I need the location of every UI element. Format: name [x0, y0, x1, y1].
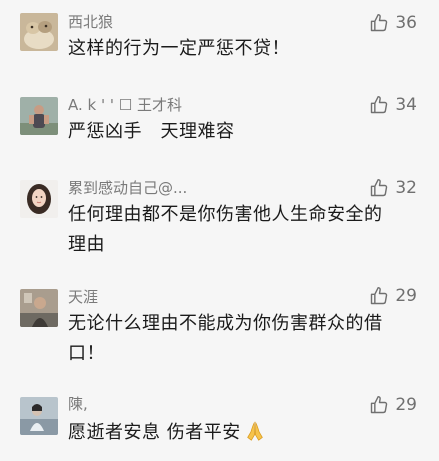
like-button[interactable]: 36 [369, 12, 417, 34]
thumbs-up-icon [369, 395, 389, 415]
like-button[interactable]: 29 [369, 394, 417, 416]
thumbs-up-icon [369, 13, 389, 33]
comment-text-line: 理由 [68, 234, 105, 255]
comment-author[interactable]: 累到感动自己@... [68, 178, 187, 198]
comment-author[interactable]: 天涯 [68, 287, 98, 307]
folded-hands-icon [244, 420, 266, 442]
comment-text: 任何理由都不是你伤害他人生命安全的 理由 [68, 200, 418, 260]
avatar[interactable] [20, 289, 58, 327]
comment-item: 累到感动自己@... 32 任何理由都不是你伤害他人生命安全的 理由 [0, 172, 439, 280]
comment-text-line: 口！ [68, 343, 105, 364]
comment-author[interactable]: 西北狼 [68, 12, 113, 32]
comment-author[interactable]: A. k ' ' ☐ 王才科 [68, 95, 182, 115]
like-count: 34 [395, 95, 417, 115]
comment-text-line: 愿逝者安息 伤者平安 [68, 418, 418, 448]
like-button[interactable]: 29 [369, 285, 417, 307]
avatar[interactable] [20, 180, 58, 218]
like-button[interactable]: 34 [369, 94, 417, 116]
thumbs-up-icon [369, 178, 389, 198]
thumbs-up-icon [369, 95, 389, 115]
comment-list: 西北狼 36 这样的行为一定严惩不贷！ A. k ' ' ☐ 王才科 34 严惩… [0, 0, 439, 461]
avatar[interactable] [20, 397, 58, 435]
comment-text-line: 无论什么理由不能成为你伤害群众的借 [68, 313, 383, 334]
like-button[interactable]: 32 [369, 177, 417, 199]
avatar[interactable] [20, 97, 58, 135]
comment-item: 天涯 29 无论什么理由不能成为你伤害群众的借 口！ [0, 280, 439, 388]
comment-text: 这样的行为一定严惩不贷！ [68, 34, 418, 64]
comment-text: 无论什么理由不能成为你伤害群众的借 口！ [68, 309, 418, 369]
avatar[interactable] [20, 13, 58, 51]
comment-text-line: 严惩凶手 天理难容 [68, 121, 235, 142]
comment-item: 陳, 29 愿逝者安息 伤者平安 [0, 388, 439, 461]
comment-item: A. k ' ' ☐ 王才科 34 严惩凶手 天理难容 [0, 90, 439, 172]
comment-text-line: 这样的行为一定严惩不贷！ [68, 38, 290, 59]
like-count: 36 [395, 13, 417, 33]
like-count: 29 [395, 395, 417, 415]
comment-item: 西北狼 36 这样的行为一定严惩不贷！ [0, 0, 439, 90]
comment-text-line: 任何理由都不是你伤害他人生命安全的 [68, 204, 383, 225]
thumbs-up-icon [369, 286, 389, 306]
comment-text: 愿逝者安息 伤者平安 [68, 418, 418, 448]
like-count: 32 [395, 178, 417, 198]
comment-author[interactable]: 陳, [68, 394, 88, 414]
comment-text: 严惩凶手 天理难容 [68, 117, 418, 147]
comment-text-content: 愿逝者安息 伤者平安 [68, 422, 241, 443]
like-count: 29 [395, 286, 417, 306]
